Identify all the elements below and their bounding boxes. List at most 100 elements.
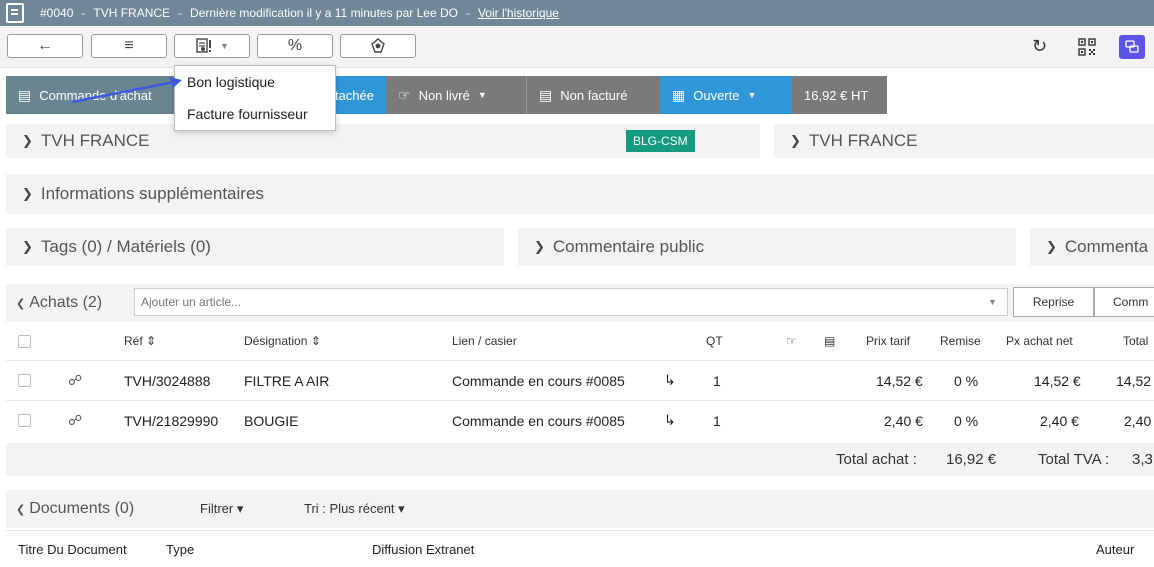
tags-title: Tags (0) / Matériels (0) xyxy=(40,237,211,256)
order-number: #0040 xyxy=(40,6,74,20)
chevron-right-icon: ❯ xyxy=(534,239,545,254)
col-total: Total xyxy=(1123,334,1149,348)
documents-header: ❮ Documents (0) Filtrer ▾ Tri : Plus réce… xyxy=(6,490,1154,528)
extra-info-panel[interactable]: ❯ Informations supplémentaires xyxy=(6,174,1154,214)
comm-button[interactable]: Comm xyxy=(1094,287,1154,317)
row-prix-tarif: 2,40 € xyxy=(884,412,923,429)
total-achat-label: Total achat : xyxy=(836,451,917,468)
documents-table-header: Titre Du Document Type Diffusion Extrane… xyxy=(6,530,1154,567)
redirect-icon[interactable]: ↳ xyxy=(664,361,676,400)
add-article-input[interactable] xyxy=(134,288,1008,316)
row-total: 14,52 xyxy=(1116,372,1152,389)
col-ref[interactable]: Réf ⇕ xyxy=(124,322,156,360)
documents-title[interactable]: ❮ Documents (0) xyxy=(16,500,134,518)
table-row[interactable]: ☍ TVH/21829990 BOUGIE Commande en cours … xyxy=(6,400,1154,440)
col-qt: QT xyxy=(706,334,723,348)
supplier-code-badge: BLG-CSM xyxy=(626,130,695,152)
delivery-label: Non livré xyxy=(418,87,470,103)
toolbar: ← ≡ ▼ % ↻ xyxy=(0,26,1154,68)
history-link[interactable]: Voir l'historique xyxy=(478,6,559,20)
menu-item-facture-fournisseur[interactable]: Facture fournisseur xyxy=(175,98,335,130)
achats-title[interactable]: ❮ Achats (2) xyxy=(16,294,140,312)
filter-dropdown[interactable]: Filtrer ▾ xyxy=(200,501,243,517)
calculator-icon: ▦ xyxy=(672,86,686,103)
invoice-icon: ▤ xyxy=(539,86,553,103)
supplier-panel-title: TVH FRANCE xyxy=(808,131,918,150)
row-prix-tarif: 14,52 € xyxy=(876,372,923,389)
supplier-name: TVH FRANCE xyxy=(93,6,171,20)
title-bar: #0040 - TVH FRANCE - Dernière modificati… xyxy=(0,0,1154,26)
document-icon xyxy=(6,3,24,23)
title-separator: - xyxy=(178,6,183,20)
amount-status: 16,92 € HT xyxy=(792,76,887,114)
select-all-checkbox[interactable] xyxy=(18,322,31,360)
invoice-icon: ▤ xyxy=(824,334,836,348)
state-status[interactable]: ▦ Ouverte ▼ xyxy=(660,76,792,114)
chat-icon xyxy=(1125,40,1139,53)
discount-button[interactable]: % xyxy=(257,34,333,58)
row-remise: 0 % xyxy=(954,372,979,389)
col-designation[interactable]: Désignation ⇕ xyxy=(244,322,321,360)
row-total: 2,40 xyxy=(1124,412,1152,429)
invoice-status[interactable]: ▤ Non facturé xyxy=(526,76,660,114)
extra-info-title: Informations supplémentaires xyxy=(40,184,264,203)
chevron-down-icon: ❮ xyxy=(16,504,26,516)
row-designation[interactable]: BOUGIE xyxy=(244,401,298,440)
stamp-icon xyxy=(371,38,385,53)
document-icon: ▤ xyxy=(18,86,32,103)
chevron-right-icon: ❯ xyxy=(22,186,33,201)
stamp-button[interactable] xyxy=(340,34,416,58)
row-ref[interactable]: TVH/3024888 xyxy=(124,361,210,400)
col-remise: Remise xyxy=(940,334,981,348)
documents-title-text: Documents (0) xyxy=(29,500,135,517)
row-qt: 1 xyxy=(713,412,721,429)
row-px-achat: 14,52 € xyxy=(1034,372,1081,389)
list-button[interactable]: ≡ xyxy=(91,34,167,58)
col-doc-diffusion: Diffusion Extranet xyxy=(372,541,475,557)
chevron-down-icon: ▼ xyxy=(747,90,757,100)
print-dropdown-menu: Bon logistique Facture fournisseur xyxy=(174,65,336,131)
sort-dropdown[interactable]: Tri : Plus récent ▾ xyxy=(304,501,405,517)
reprise-button[interactable]: Reprise xyxy=(1013,287,1094,317)
state-label: Ouverte xyxy=(693,87,740,103)
qr-code-icon[interactable] xyxy=(1078,38,1096,56)
table-row[interactable]: ☍ TVH/3024888 FILTRE A AIR Commande en c… xyxy=(6,360,1154,400)
print-config-button[interactable]: ▼ xyxy=(174,34,250,58)
hand-truck-icon: ☞ xyxy=(398,86,411,103)
tags-panel[interactable]: ❯ Tags (0) / Matériels (0) xyxy=(6,228,504,266)
achats-table-header: Réf ⇕ Désignation ⇕ Lien / casier QT ☞ ▤… xyxy=(6,322,1154,360)
col-doc-author: Auteur xyxy=(1096,541,1135,557)
delivery-status[interactable]: ☞ Non livré ▼ xyxy=(386,76,526,114)
annotation-arrow xyxy=(71,77,182,104)
private-comment-panel[interactable]: ❯ Commenta xyxy=(1030,228,1154,266)
supplier-panel-right[interactable]: ❯ TVH FRANCE xyxy=(774,124,1154,158)
row-qt: 1 xyxy=(713,372,721,389)
title-separator: - xyxy=(81,6,86,20)
row-designation[interactable]: FILTRE A AIR xyxy=(244,361,329,400)
chat-button[interactable] xyxy=(1119,35,1145,59)
menu-item-bon-logistique[interactable]: Bon logistique xyxy=(175,66,335,98)
achats-totals: Total achat : 16,92 € Total TVA : 3,3 xyxy=(6,443,1154,476)
achats-title-text: Achats (2) xyxy=(29,294,103,311)
col-lien: Lien / casier xyxy=(452,334,517,348)
back-button[interactable]: ← xyxy=(7,34,83,58)
col-px-achat: Px achat net xyxy=(1006,334,1073,348)
chevron-right-icon: ❯ xyxy=(790,133,801,148)
row-ref[interactable]: TVH/21829990 xyxy=(124,401,218,440)
amount-label: 16,92 € HT xyxy=(804,87,869,103)
row-checkbox[interactable] xyxy=(18,361,31,400)
row-lien[interactable]: Commande en cours #0085 xyxy=(452,361,625,400)
public-comment-title: Commentaire public xyxy=(552,237,705,256)
total-achat-value: 16,92 € xyxy=(946,451,997,468)
chevron-right-icon: ❯ xyxy=(22,133,33,148)
invoice-label: Non facturé xyxy=(560,87,628,103)
total-tva-label: Total TVA : xyxy=(1038,451,1110,468)
row-lien[interactable]: Commande en cours #0085 xyxy=(452,401,625,440)
col-doc-title: Titre Du Document xyxy=(18,541,127,557)
refresh-icon[interactable]: ↻ xyxy=(1032,36,1047,57)
row-checkbox[interactable] xyxy=(18,401,31,440)
supplier-panel-title: TVH FRANCE xyxy=(40,131,150,150)
redirect-icon[interactable]: ↳ xyxy=(664,401,676,440)
chevron-down-icon: ▼ xyxy=(220,41,229,51)
public-comment-panel[interactable]: ❯ Commentaire public xyxy=(518,228,1016,266)
